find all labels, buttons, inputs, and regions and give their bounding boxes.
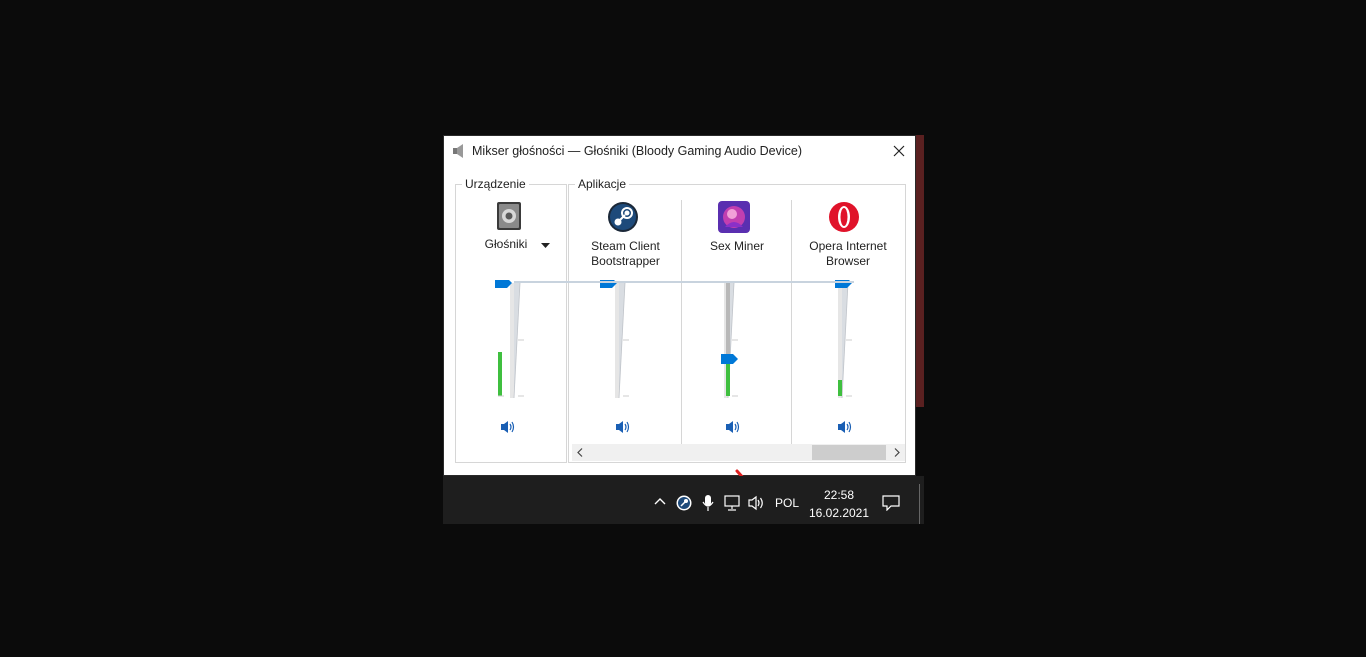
app-name-line1: Sex Miner: [709, 239, 765, 253]
volume-mixer-window: Mikser głośności — Głośniki (Bloody Gami…: [443, 135, 916, 476]
app-name-line2: Browser: [825, 254, 870, 268]
opera-icon[interactable]: [828, 201, 860, 233]
device-mute-button[interactable]: [499, 419, 519, 435]
sex-miner-peak-meter: [726, 362, 730, 396]
scroll-left-button[interactable]: [572, 444, 588, 461]
device-volume-slider[interactable]: [494, 280, 534, 400]
clock-time[interactable]: 22:58: [799, 488, 879, 502]
language-label: POL: [774, 496, 799, 510]
network-icon: [724, 495, 740, 511]
chevron-up-icon: [654, 498, 666, 505]
microphone-button[interactable]: [700, 494, 716, 512]
steam-icon[interactable]: [607, 201, 639, 233]
clock-date[interactable]: 16.02.2021: [799, 506, 879, 520]
volume-button[interactable]: [747, 494, 767, 512]
language-indicator[interactable]: POL: [773, 494, 801, 512]
app-name-line2: Bootstrapper: [591, 254, 660, 268]
volume-icon: [726, 421, 740, 433]
master-level-link-line: [514, 281, 854, 283]
app-channel-steam: Steam Client Bootstrapper: [569, 185, 682, 445]
sex-miner-mute-button[interactable]: [724, 419, 744, 435]
opera-mute-button[interactable]: [836, 419, 856, 435]
scroll-right-button[interactable]: [889, 444, 905, 461]
action-center-button[interactable]: [881, 494, 901, 512]
window-title: Mikser głośności — Głośniki (Bloody Gami…: [472, 144, 802, 158]
speaker-title-icon: [453, 144, 463, 158]
app-name-sex-miner: Sex Miner: [687, 239, 787, 254]
applications-group: Aplikacje Steam Client Bootstrapper Sex …: [568, 177, 906, 463]
chevron-right-icon: [894, 448, 900, 457]
taskbar: POL 22:58 16.02.2021: [443, 476, 924, 524]
close-button[interactable]: [883, 136, 915, 166]
app-name-steam: Steam Client Bootstrapper: [577, 239, 674, 269]
device-channel: Głośniki: [456, 185, 568, 445]
microphone-icon: [702, 495, 714, 511]
opera-peak-meter: [838, 380, 842, 396]
sex-miner-volume-thumb[interactable]: [721, 354, 738, 364]
volume-icon: [616, 421, 630, 433]
steam-tray-icon: [676, 495, 692, 511]
chevron-down-icon[interactable]: [541, 243, 550, 249]
volume-icon: [838, 421, 852, 433]
close-icon: [893, 145, 905, 157]
volume-icon: [501, 421, 515, 433]
network-button[interactable]: [723, 494, 743, 512]
app-channel-opera: Opera Internet Browser: [792, 185, 904, 445]
app-name-opera: Opera Internet Browser: [796, 239, 900, 269]
title-bar[interactable]: Mikser głośności — Głośniki (Bloody Gami…: [444, 136, 915, 166]
app-name-line1: Steam Client: [591, 239, 660, 253]
device-group: Urządzenie Głośniki: [455, 177, 568, 463]
device-peak-meter: [498, 352, 502, 396]
notifications-icon: [882, 495, 900, 511]
sex-miner-volume-slider[interactable]: [708, 280, 748, 400]
app-channel-sex-miner: Sex Miner: [682, 185, 792, 445]
device-volume-thumb[interactable]: [495, 280, 512, 288]
speaker-device-icon[interactable]: [492, 199, 526, 233]
sex-miner-app-icon[interactable]: [718, 201, 750, 233]
steam-volume-slider[interactable]: [599, 280, 639, 400]
opera-volume-slider[interactable]: [822, 280, 862, 400]
steam-mute-button[interactable]: [614, 419, 634, 435]
horizontal-scrollbar[interactable]: [572, 444, 905, 461]
volume-icon: [748, 495, 763, 511]
steam-tray-button[interactable]: [675, 494, 693, 512]
chevron-left-icon: [577, 448, 583, 457]
app-name-line1: Opera Internet: [809, 239, 887, 253]
scroll-thumb[interactable]: [812, 445, 886, 460]
desktop-background-strip: [916, 135, 924, 407]
show-desktop-button[interactable]: [919, 484, 920, 524]
device-name[interactable]: Głośniki: [476, 237, 536, 252]
show-hidden-icons-button[interactable]: [650, 492, 670, 510]
